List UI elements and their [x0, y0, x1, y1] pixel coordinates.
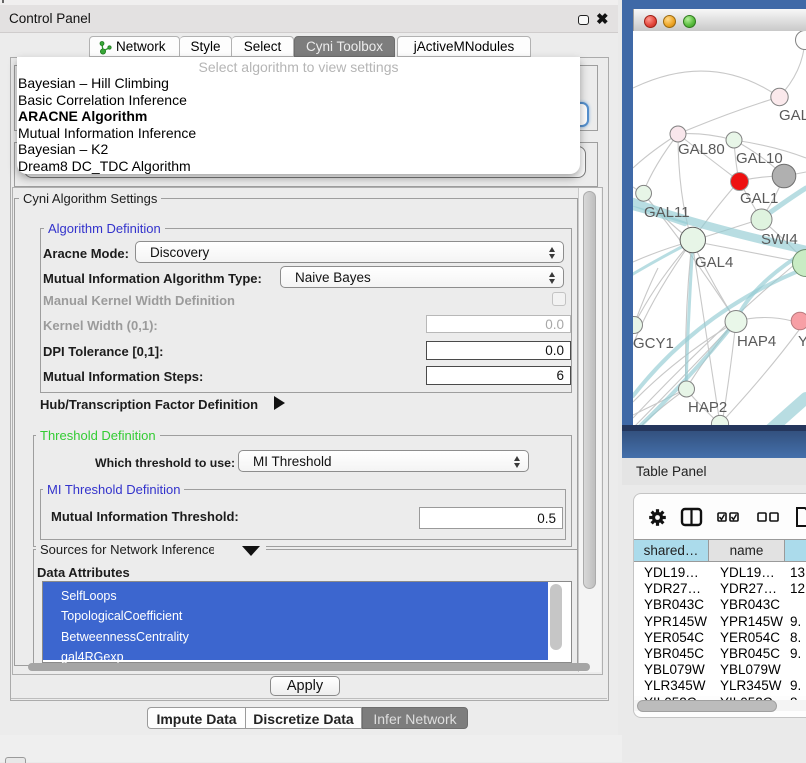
svg-text:HAP4: HAP4: [737, 333, 776, 350]
svg-text:GCY1: GCY1: [633, 335, 674, 352]
svg-text:GAL80: GAL80: [678, 141, 725, 158]
svg-text:HAP2: HAP2: [688, 399, 727, 416]
svg-text:GAL4: GAL4: [695, 254, 733, 271]
svg-text:GAL11: GAL11: [644, 204, 690, 221]
svg-text:GAL1: GAL1: [740, 190, 778, 207]
svg-text:GAL10: GAL10: [736, 150, 783, 167]
svg-text:Y: Y: [798, 333, 806, 350]
svg-text:GAL: GAL: [779, 107, 806, 124]
svg-text:SWI4: SWI4: [761, 231, 798, 248]
